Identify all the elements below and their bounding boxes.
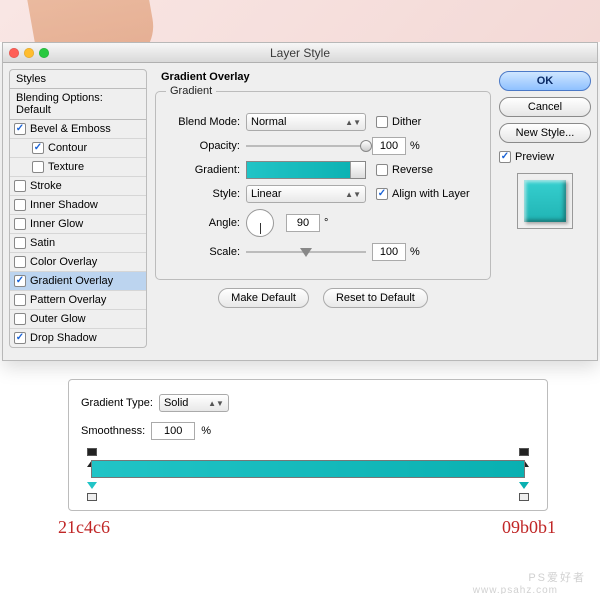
angle-label: Angle: <box>166 217 246 229</box>
gradient-type-select[interactable]: Solid ▲▼ <box>159 394 229 412</box>
gradient-label: Gradient: <box>166 164 246 176</box>
opacity-label: Opacity: <box>166 140 246 152</box>
dither-label: Dither <box>392 116 421 128</box>
smoothness-unit: % <box>201 425 211 437</box>
reset-default-button[interactable]: Reset to Default <box>323 288 428 308</box>
window-title: Layer Style <box>3 46 597 60</box>
gradient-swatch[interactable] <box>246 161 366 179</box>
style-item-label: Color Overlay <box>30 256 97 268</box>
background-artwork <box>0 0 600 42</box>
style-item-label: Texture <box>48 161 84 173</box>
group-legend: Gradient <box>166 85 216 97</box>
checkbox-icon[interactable] <box>14 218 26 230</box>
updown-icon: ▲▼ <box>208 399 224 408</box>
angle-field[interactable]: 90 <box>286 214 320 232</box>
style-item-label: Bevel & Emboss <box>30 123 111 135</box>
opacity-stop-right[interactable] <box>519 448 529 460</box>
style-list: Bevel & Emboss Contour Texture Stroke Inner … <box>9 119 147 348</box>
preview-label: Preview <box>515 151 554 163</box>
checkbox-icon[interactable] <box>32 142 44 154</box>
checkbox-icon[interactable] <box>14 256 26 268</box>
style-item-color-overlay[interactable]: Color Overlay <box>10 253 146 272</box>
watermark: PS爱好者 www.psahz.com <box>528 557 586 588</box>
section-title: Gradient Overlay <box>161 71 491 83</box>
scale-unit: % <box>410 246 420 258</box>
opacity-slider[interactable] <box>246 138 366 154</box>
style-item-satin[interactable]: Satin <box>10 234 146 253</box>
style-item-contour[interactable]: Contour <box>10 139 146 158</box>
style-item-label: Contour <box>48 142 87 154</box>
style-label: Style: <box>166 188 246 200</box>
cancel-button[interactable]: Cancel <box>499 97 591 117</box>
checkbox-icon[interactable] <box>14 313 26 325</box>
style-item-label: Inner Shadow <box>30 199 98 211</box>
style-item-inner-shadow[interactable]: Inner Shadow <box>10 196 146 215</box>
checkbox-icon[interactable] <box>14 199 26 211</box>
smoothness-label: Smoothness: <box>81 425 145 437</box>
titlebar: Layer Style <box>3 43 597 63</box>
checkbox-icon[interactable] <box>14 180 26 192</box>
color-stop-right[interactable] <box>519 482 529 494</box>
left-hex-label: 21c4c6 <box>58 517 110 538</box>
gradient-group: Gradient Blend Mode: Normal ▲▼ Dither Op… <box>155 85 491 280</box>
checkbox-icon[interactable] <box>14 332 26 344</box>
blend-mode-value: Normal <box>251 116 286 128</box>
align-checkbox[interactable]: Align with Layer <box>376 188 470 200</box>
reverse-checkbox[interactable]: Reverse <box>376 164 433 176</box>
checkbox-icon[interactable] <box>14 294 26 306</box>
blend-mode-label: Blend Mode: <box>166 116 246 128</box>
angle-dial[interactable] <box>246 209 274 237</box>
angle-unit: ° <box>324 217 328 229</box>
checkbox-icon[interactable] <box>14 275 26 287</box>
updown-icon: ▲▼ <box>345 120 361 125</box>
style-item-stroke[interactable]: Stroke <box>10 177 146 196</box>
preview-swatch <box>517 173 573 229</box>
style-item-inner-glow[interactable]: Inner Glow <box>10 215 146 234</box>
style-item-pattern-overlay[interactable]: Pattern Overlay <box>10 291 146 310</box>
opacity-stop-left[interactable] <box>87 448 97 460</box>
styles-header[interactable]: Styles <box>9 69 147 89</box>
make-default-button[interactable]: Make Default <box>218 288 309 308</box>
right-hex-label: 09b0b1 <box>502 517 556 538</box>
style-select[interactable]: Linear ▲▼ <box>246 185 366 203</box>
checkbox-icon[interactable] <box>32 161 44 173</box>
color-stop-left[interactable] <box>87 482 97 494</box>
new-style-button[interactable]: New Style... <box>499 123 591 143</box>
dither-checkbox[interactable]: Dither <box>376 116 421 128</box>
gradient-type-value: Solid <box>164 397 188 409</box>
style-item-gradient-overlay[interactable]: Gradient Overlay <box>10 272 146 291</box>
scale-label: Scale: <box>166 246 246 258</box>
reverse-label: Reverse <box>392 164 433 176</box>
ok-button[interactable]: OK <box>499 71 591 91</box>
style-item-label: Inner Glow <box>30 218 83 230</box>
style-item-bevel-emboss[interactable]: Bevel & Emboss <box>10 120 146 139</box>
style-item-label: Drop Shadow <box>30 332 97 344</box>
blend-mode-select[interactable]: Normal ▲▼ <box>246 113 366 131</box>
checkbox-icon[interactable] <box>14 237 26 249</box>
layer-style-dialog: Layer Style Styles Blending Options: Def… <box>2 42 598 361</box>
style-item-label: Pattern Overlay <box>30 294 106 306</box>
style-value: Linear <box>251 188 282 200</box>
checkbox-icon[interactable] <box>14 123 26 135</box>
gradient-bar[interactable] <box>81 450 535 490</box>
style-item-label: Gradient Overlay <box>30 275 113 287</box>
opacity-field[interactable]: 100 <box>372 137 406 155</box>
smoothness-field[interactable]: 100 <box>151 422 195 440</box>
style-item-drop-shadow[interactable]: Drop Shadow <box>10 329 146 347</box>
align-label: Align with Layer <box>392 188 470 200</box>
style-item-label: Satin <box>30 237 55 249</box>
gradient-type-label: Gradient Type: <box>81 397 153 409</box>
style-item-texture[interactable]: Texture <box>10 158 146 177</box>
scale-slider[interactable] <box>246 244 366 260</box>
updown-icon: ▲▼ <box>345 192 361 197</box>
gradient-editor: Gradient Type: Solid ▲▼ Smoothness: 100 … <box>68 379 548 511</box>
blending-options-header[interactable]: Blending Options: Default <box>9 88 147 120</box>
style-item-label: Stroke <box>30 180 62 192</box>
style-item-outer-glow[interactable]: Outer Glow <box>10 310 146 329</box>
opacity-unit: % <box>410 140 420 152</box>
scale-field[interactable]: 100 <box>372 243 406 261</box>
style-item-label: Outer Glow <box>30 313 86 325</box>
preview-checkbox[interactable]: Preview <box>499 151 591 163</box>
